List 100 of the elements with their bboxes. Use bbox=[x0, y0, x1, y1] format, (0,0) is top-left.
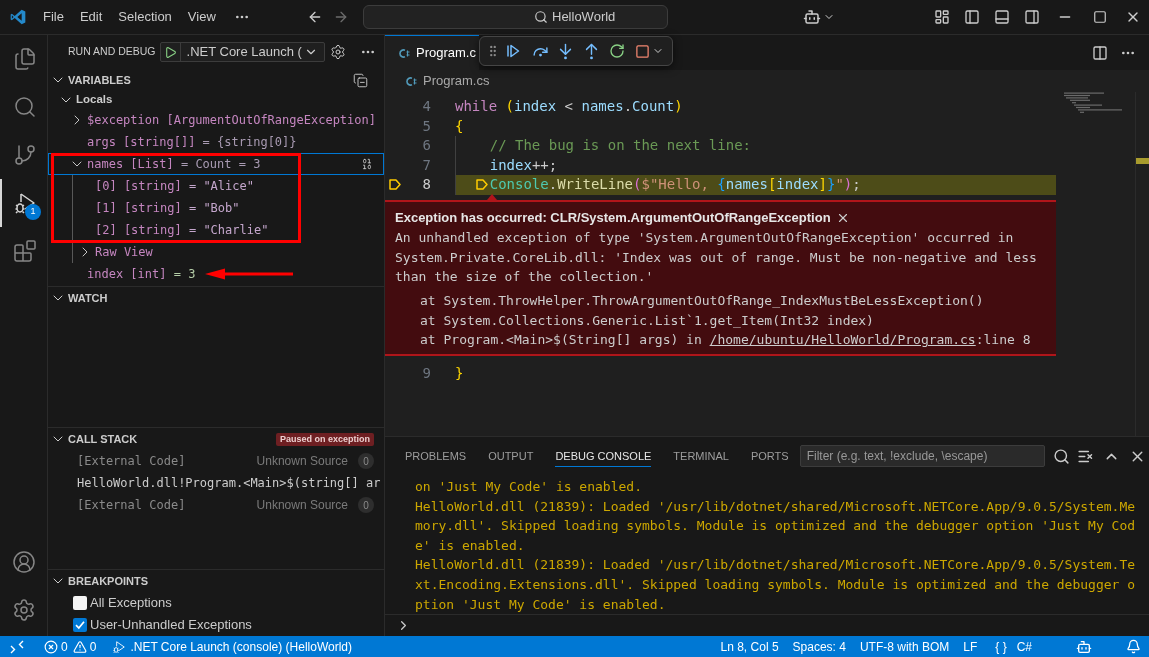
code-line: } bbox=[455, 364, 464, 383]
tree-item[interactable]: Raw View bbox=[77, 244, 153, 260]
tree-item[interactable]: [2] [string] = "Charlie" bbox=[77, 222, 269, 238]
binary-icon[interactable] bbox=[360, 157, 374, 171]
checkbox[interactable] bbox=[73, 618, 87, 632]
panel-tab[interactable]: OUTPUT bbox=[488, 445, 534, 467]
tree-item[interactable]: args [string[]] = {string[0]} bbox=[69, 134, 297, 150]
columns-icon[interactable] bbox=[1092, 44, 1108, 61]
back-arrow-icon[interactable] bbox=[307, 9, 323, 25]
file-type-icon bbox=[399, 47, 410, 59]
code-line: while (index < names.Count) bbox=[455, 97, 683, 116]
warning-icon bbox=[72, 639, 87, 654]
settings-icon bbox=[11, 598, 36, 622]
search-icon bbox=[534, 10, 548, 24]
panel-left-icon[interactable] bbox=[964, 9, 980, 25]
tree-item[interactable]: [0] [string] = "Alice" bbox=[77, 178, 254, 194]
search-icon[interactable] bbox=[1052, 447, 1070, 465]
language-status[interactable]: { } bbox=[993, 637, 1009, 656]
launch-config-select[interactable]: .NET Core Launch ( bbox=[180, 43, 324, 61]
play-icon bbox=[163, 45, 177, 59]
problems-status[interactable]: 0 0 bbox=[40, 637, 101, 656]
editor-tab[interactable]: Program.c bbox=[385, 35, 479, 70]
scroll-marker bbox=[1136, 158, 1149, 164]
command-center[interactable]: HelloWorld bbox=[363, 5, 668, 29]
menu-item[interactable]: View bbox=[179, 6, 224, 28]
status-item[interactable]: Spaces: 4 bbox=[788, 637, 850, 656]
section-header[interactable]: VARIABLES bbox=[48, 69, 131, 91]
stack-frame-name[interactable]: [External Code] bbox=[77, 496, 186, 514]
stack-frame-source: Unknown Source bbox=[256, 497, 348, 514]
breadcrumb-item[interactable]: Program.cs bbox=[406, 71, 490, 91]
arrow-marker-icon bbox=[475, 179, 488, 190]
file-link[interactable]: /home/ubuntu/HelloWorld/Program.cs bbox=[709, 332, 976, 347]
bell-icon[interactable] bbox=[1126, 639, 1141, 654]
tree-item[interactable]: index [int] = 3 bbox=[69, 266, 196, 282]
layout-icon[interactable] bbox=[934, 9, 950, 25]
code-line: Console.WriteLine($"Hello, {names[index]}"); bbox=[489, 175, 861, 194]
status-item[interactable]: UTF-8 with BOM bbox=[855, 637, 954, 656]
stack-trace-line: at System.ThrowHelper.ThrowArgumentOutOfRange_IndexMustBeLessException() bbox=[420, 292, 985, 310]
status-label: Paused on exception bbox=[275, 432, 374, 446]
panel-tab[interactable]: DEBUG CONSOLE bbox=[555, 445, 652, 467]
forward-arrow-icon[interactable] bbox=[333, 9, 349, 25]
language-mode[interactable]: C# bbox=[1014, 637, 1034, 656]
line-number: 7 bbox=[421, 155, 431, 175]
code-line: { bbox=[455, 116, 464, 136]
menu-item[interactable]: Edit bbox=[71, 6, 111, 28]
line-number: 8 bbox=[421, 175, 431, 194]
section-header[interactable]: CALL STACK bbox=[48, 428, 138, 450]
status-item[interactable]: LF bbox=[959, 637, 982, 656]
console-line: on 'Just My Code' is enabled. bbox=[415, 478, 643, 496]
angle-brackets-icon bbox=[10, 639, 24, 654]
panel-tab[interactable]: PROBLEMS bbox=[405, 445, 467, 467]
stack-frame-name[interactable]: HelloWorld.dll!Program.<Main>$(string[] ar bbox=[77, 474, 381, 492]
sidebar-title: RUN AND DEBUG bbox=[68, 44, 156, 60]
files-icon bbox=[12, 47, 37, 71]
settings-icon[interactable] bbox=[329, 44, 346, 60]
panel-right-icon[interactable] bbox=[1024, 9, 1040, 25]
panel-tab[interactable]: TERMINAL bbox=[673, 445, 729, 467]
stack-frame-source: Unknown Source bbox=[256, 453, 348, 470]
line-number: 6 bbox=[421, 136, 431, 155]
section-header[interactable]: BREAKPOINTS bbox=[48, 570, 149, 592]
filter-field[interactable]: Filter (e.g. text, !exclude, \escape) bbox=[799, 445, 1045, 467]
menu-item[interactable]: Selection bbox=[110, 6, 180, 28]
tree-item[interactable]: Locals bbox=[48, 91, 384, 109]
breakpoint-label: All Exceptions bbox=[90, 594, 172, 613]
line-number: 4 bbox=[421, 97, 431, 116]
console-line: HelloWorld.dll (21839): Loaded '/usr/lib/dotnet/shared/Microsoft.NETCore.App/9.0.5/System.Memory.dll'. Skipped loading symbols. Module is optimized and the debugger option 'Just My Code' is enabled. bbox=[415, 497, 1136, 555]
collapse-all-icon[interactable] bbox=[353, 72, 368, 88]
arrow-up-dot-icon[interactable] bbox=[583, 42, 600, 60]
error-icon bbox=[44, 639, 58, 654]
tree-item[interactable]: $exception [ArgumentOutOfRangeException] bbox=[69, 112, 376, 128]
panel-tab[interactable]: PORTS bbox=[750, 445, 789, 467]
status-item[interactable]: Ln 8, Col 5 bbox=[716, 637, 783, 656]
breakpoint-label: User-Unhandled Exceptions bbox=[90, 616, 252, 635]
maximize-icon[interactable] bbox=[1093, 10, 1107, 24]
tick-icon bbox=[75, 620, 85, 630]
play-bug-icon bbox=[112, 639, 127, 654]
blocks-icon bbox=[12, 239, 37, 263]
stack-frame-name[interactable]: [External Code] bbox=[77, 452, 186, 470]
arrow-down-dot-icon[interactable] bbox=[557, 42, 574, 60]
circular-arrow-icon[interactable] bbox=[609, 43, 625, 59]
code-line: // The bug is on the next line: bbox=[489, 136, 751, 155]
section-header[interactable]: WATCH bbox=[48, 287, 108, 309]
notification-count: 1 bbox=[25, 204, 41, 220]
arrow-marker-icon bbox=[389, 179, 401, 191]
line-count: 0 bbox=[358, 497, 374, 513]
line-number: 5 bbox=[421, 116, 431, 136]
debug-launch-status[interactable]: .NET Core Launch (console) (HelloWorld) bbox=[108, 637, 357, 656]
square-icon[interactable] bbox=[635, 43, 650, 59]
code-line: index++; bbox=[489, 155, 558, 175]
file-type-icon bbox=[406, 75, 417, 87]
tree-item[interactable]: [1] [string] = "Bob" bbox=[77, 200, 240, 216]
panel-bottom-icon[interactable] bbox=[994, 9, 1010, 25]
tree-item[interactable]: names [List] = Count = 3 bbox=[48, 153, 384, 175]
account-icon bbox=[11, 550, 36, 574]
bar-play-icon[interactable] bbox=[505, 43, 521, 59]
line-number: 9 bbox=[421, 364, 431, 383]
checkbox[interactable] bbox=[73, 596, 87, 610]
robot-icon[interactable] bbox=[803, 8, 821, 26]
app-logo bbox=[10, 9, 26, 25]
menu-item[interactable]: File bbox=[35, 6, 72, 28]
